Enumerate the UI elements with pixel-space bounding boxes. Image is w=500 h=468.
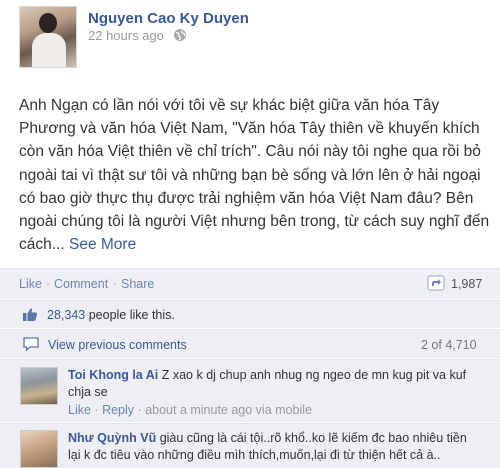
commenter-avatar[interactable]: [20, 430, 58, 468]
author-avatar[interactable]: [19, 6, 77, 68]
comments-count: 2 of 4,710: [421, 338, 477, 352]
post-text: Anh Ngạn có lần nói với tôi về sự khác b…: [19, 97, 490, 254]
share-icon[interactable]: [427, 275, 445, 291]
comment-reply-link[interactable]: Reply: [102, 403, 134, 417]
like-button[interactable]: Like: [19, 277, 42, 291]
likes-row: 28,343 people like this.: [0, 300, 500, 328]
post-timestamp[interactable]: 22 hours ago: [88, 28, 164, 43]
see-more-link[interactable]: See More: [69, 236, 136, 253]
comment-text-block: Toi Khong la Ai Z xao k dj chup anh nhug…: [68, 367, 478, 401]
likes-count[interactable]: 28,343: [47, 308, 85, 322]
comment-button[interactable]: Comment: [54, 277, 108, 291]
likes-suffix: people like this.: [85, 308, 175, 322]
share-count[interactable]: 1,987: [451, 277, 482, 291]
previous-comments-row: View previous comments 2 of 4,710: [0, 329, 500, 358]
comment-text-block: Như Quỳnh Vũ giàu cũng là cái tội..rõ kh…: [68, 430, 478, 464]
separator: ·: [94, 403, 99, 417]
thumbs-up-icon: [23, 308, 38, 321]
comment-item: Như Quỳnh Vũ giàu cũng là cái tội..rõ kh…: [0, 423, 500, 468]
comment-item: Toi Khong la Ai Z xao k dj chup anh nhug…: [0, 359, 500, 422]
globe-icon[interactable]: [173, 28, 187, 42]
commenter-name[interactable]: Như Quỳnh Vũ: [68, 431, 156, 445]
separator: ·: [46, 277, 51, 291]
comment-like-link[interactable]: Like: [68, 403, 91, 417]
likes-summary: 28,343 people like this.: [47, 308, 175, 322]
post-body: Anh Ngạn có lần nói với tôi về sự khác b…: [19, 94, 494, 256]
view-previous-comments-link[interactable]: View previous comments: [48, 338, 187, 352]
share-button[interactable]: Share: [121, 277, 154, 291]
comment-icon: [23, 337, 39, 351]
post-action-bar: Like · Comment · Share 1,987: [0, 268, 500, 299]
commenter-name[interactable]: Toi Khong la Ai: [68, 368, 158, 382]
commenter-avatar[interactable]: [20, 367, 58, 405]
post-header: Nguyen Cao Ky Duyen 22 hours ago: [0, 0, 500, 80]
comment-meta: Like · Reply · about a minute ago via mo…: [68, 403, 312, 417]
separator: ·: [137, 403, 142, 417]
separator: ·: [113, 277, 118, 291]
comment-timestamp[interactable]: about a minute ago via mobile: [145, 403, 312, 417]
post-author-name[interactable]: Nguyen Cao Ky Duyen: [88, 10, 249, 27]
